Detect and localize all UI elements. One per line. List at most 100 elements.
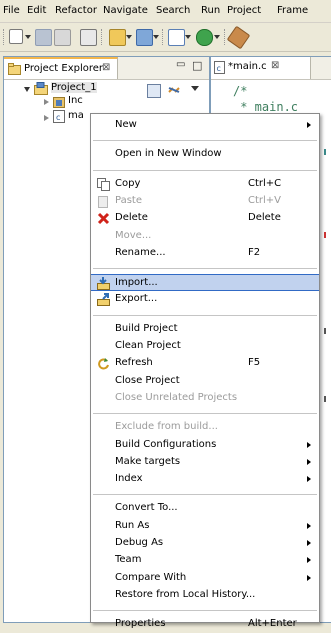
editor-tab-strip: c *main.c ⊠ (211, 57, 331, 80)
collapsed-arrow-icon[interactable] (44, 115, 49, 121)
menu-item-rename[interactable]: Rename... F2 (91, 245, 319, 262)
menu-item-build-project[interactable]: Build Project (91, 321, 319, 338)
chevron-down-icon[interactable] (126, 35, 132, 39)
includes-icon (53, 97, 65, 108)
menu-separator (93, 140, 317, 142)
link-with-editor-icon[interactable] (167, 83, 181, 97)
menu-item-restore-from-local-history[interactable]: Restore from Local History... (91, 587, 319, 604)
menu-item-index[interactable]: Index (91, 471, 319, 488)
menu-bar: File Edit Refactor Navigate Search Run P… (0, 0, 331, 23)
tree-item-includes[interactable]: Inc (68, 95, 83, 106)
code-marker (324, 149, 326, 155)
toolbar (0, 23, 331, 52)
collapse-all-icon[interactable] (147, 84, 161, 98)
close-icon[interactable]: ⊠ (102, 62, 110, 73)
minimize-icon[interactable]: ▭ (176, 59, 185, 70)
submenu-arrow-icon (307, 557, 311, 564)
context-menu: New Open in New Window Copy Ctrl+C Paste Ctrl… (90, 113, 320, 629)
menu-project[interactable]: Project (227, 5, 261, 16)
menu-item-copy[interactable]: Copy Ctrl+C (91, 176, 319, 193)
chevron-down-icon[interactable] (214, 35, 220, 39)
menu-item-shortcut: Alt+Enter (248, 618, 297, 630)
menu-item-convert-to[interactable]: Convert To... (91, 500, 319, 517)
tab-project-explorer[interactable]: Project Explorer ⊠ (4, 57, 118, 79)
menu-item-paste[interactable]: Paste Ctrl+V (91, 193, 319, 210)
menu-search[interactable]: Search (156, 5, 190, 16)
code-line: * main.c (233, 100, 299, 114)
menu-item-label: Rename... (115, 246, 166, 258)
menu-item-label: Build Configurations (115, 438, 217, 450)
menu-separator (93, 610, 317, 612)
menu-item-label: Compare With (115, 571, 187, 583)
menu-frame[interactable]: Frame (277, 5, 308, 16)
new-folder-icon[interactable] (136, 29, 153, 46)
menu-separator (93, 494, 317, 496)
menu-refactor[interactable]: Refactor (55, 5, 97, 16)
print-icon[interactable] (54, 29, 71, 46)
save-icon[interactable] (35, 29, 52, 46)
chevron-down-icon[interactable] (25, 35, 31, 39)
menu-item-exclude-from-build[interactable]: Exclude from build... (91, 419, 319, 436)
menu-item-move[interactable]: Move... (91, 228, 319, 245)
menu-file[interactable]: File (3, 5, 20, 16)
new-project-icon[interactable] (109, 29, 126, 46)
toolbar-separator (224, 29, 227, 45)
menu-item-build-configurations[interactable]: Build Configurations (91, 437, 319, 454)
menu-item-compare-with[interactable]: Compare With (91, 570, 319, 587)
chevron-down-icon[interactable] (153, 35, 159, 39)
project-explorer-tab-strip: Project Explorer ⊠ ▭ □ (4, 57, 209, 80)
build-icon[interactable] (80, 29, 97, 46)
new-source-icon[interactable] (168, 29, 185, 46)
menu-item-close-unrelated-projects[interactable]: Close Unrelated Projects (91, 390, 319, 407)
close-icon[interactable]: ⊠ (271, 60, 279, 71)
toolbar-separator (3, 29, 6, 45)
c-file-icon: c (214, 61, 225, 74)
menu-item-clean-project[interactable]: Clean Project (91, 338, 319, 355)
run-icon[interactable] (196, 29, 213, 46)
menu-item-delete[interactable]: Delete Delete (91, 210, 319, 227)
tree-item-project[interactable]: Project_1 (51, 82, 97, 93)
submenu-arrow-icon (307, 441, 311, 448)
copy-icon (97, 177, 110, 191)
toolbar-separator (101, 29, 104, 45)
menu-item-label: Delete (115, 212, 148, 224)
menu-item-export[interactable]: Export... (91, 291, 319, 308)
expanded-arrow-icon[interactable] (24, 87, 30, 92)
project-folder-icon (34, 82, 48, 95)
menu-item-label: Copy (115, 177, 141, 189)
menu-item-label: Export... (115, 293, 158, 305)
menu-item-properties[interactable]: Properties Alt+Enter (91, 616, 319, 633)
collapsed-arrow-icon[interactable] (44, 99, 49, 105)
c-file-icon: c (53, 110, 65, 123)
menu-item-team[interactable]: Team (91, 552, 319, 569)
menu-item-close-project[interactable]: Close Project (91, 373, 319, 390)
menu-item-make-targets[interactable]: Make targets (91, 454, 319, 471)
view-menu-icon[interactable] (191, 86, 199, 91)
code-marker (324, 328, 326, 334)
submenu-arrow-icon (307, 574, 311, 581)
menu-item-run-as[interactable]: Run As (91, 518, 319, 535)
delete-icon (97, 213, 110, 225)
menu-edit[interactable]: Edit (27, 5, 46, 16)
menu-item-label: Convert To... (115, 502, 178, 514)
external-tools-icon[interactable] (226, 25, 251, 50)
export-icon (97, 293, 110, 307)
menu-separator (93, 314, 317, 316)
tab-main-c[interactable]: c *main.c ⊠ (211, 57, 311, 79)
code-marker (324, 396, 326, 402)
tab-label: Project Explorer (24, 63, 104, 74)
menu-item-import[interactable]: Import... (91, 274, 319, 292)
menu-run[interactable]: Run (201, 5, 220, 16)
menu-item-new[interactable]: New (91, 117, 319, 134)
maximize-icon[interactable]: □ (192, 59, 202, 72)
menu-item-label: Build Project (115, 322, 178, 334)
menu-navigate[interactable]: Navigate (103, 5, 148, 16)
chevron-down-icon[interactable] (185, 35, 191, 39)
new-file-icon[interactable] (9, 29, 23, 44)
menu-item-open-in-new-window[interactable]: Open in New Window (91, 146, 319, 163)
menu-item-refresh[interactable]: Refresh F5 (91, 355, 319, 372)
submenu-arrow-icon (307, 540, 311, 546)
menu-item-debug-as[interactable]: Debug As (91, 535, 319, 552)
menu-item-label: Clean Project (115, 340, 181, 351)
tree-item-main-c[interactable]: ma (68, 110, 84, 121)
